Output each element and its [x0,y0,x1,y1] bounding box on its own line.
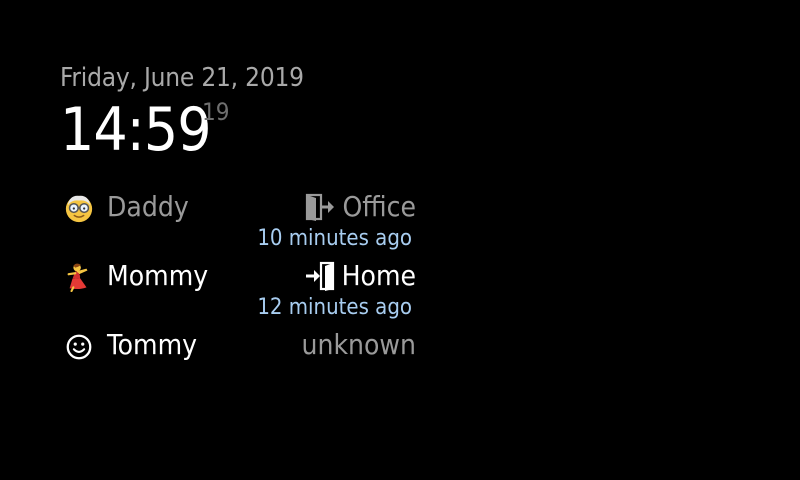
presence-module: Daddy Office 10 minutes ago Mommy Home 1… [60,187,420,394]
dancer-icon [67,263,88,292]
member-name: Mommy [107,259,209,292]
member-row-mommy: Mommy Home 12 minutes ago [60,256,420,325]
seconds-display: 19 [202,98,230,126]
last-update-text: 10 minutes ago [257,226,412,251]
time-display: 14:59 [60,95,212,165]
smiley-face-icon [66,334,92,360]
member-name: Tommy [107,328,198,361]
status-label: Office [342,190,416,223]
member-name: Daddy [107,190,189,223]
member-row-daddy: Daddy Office 10 minutes ago [60,187,420,256]
clock-module: Friday, June 21, 2019 14:59 19 [60,60,304,168]
status-label: Home [341,259,416,292]
member-status: Home [304,258,416,294]
last-update-text: 12 minutes ago [257,295,412,320]
status-label: unknown [301,328,416,361]
old-man-face-icon [65,195,93,223]
date-display: Friday, June 21, 2019 [60,63,304,93]
member-row-tommy: Tommy unknown [60,325,420,394]
member-status: unknown [302,327,416,363]
time-row: 14:59 19 [60,96,304,168]
door-enter-icon [305,261,334,291]
member-status: Office [304,189,416,225]
door-exit-icon [306,193,335,221]
